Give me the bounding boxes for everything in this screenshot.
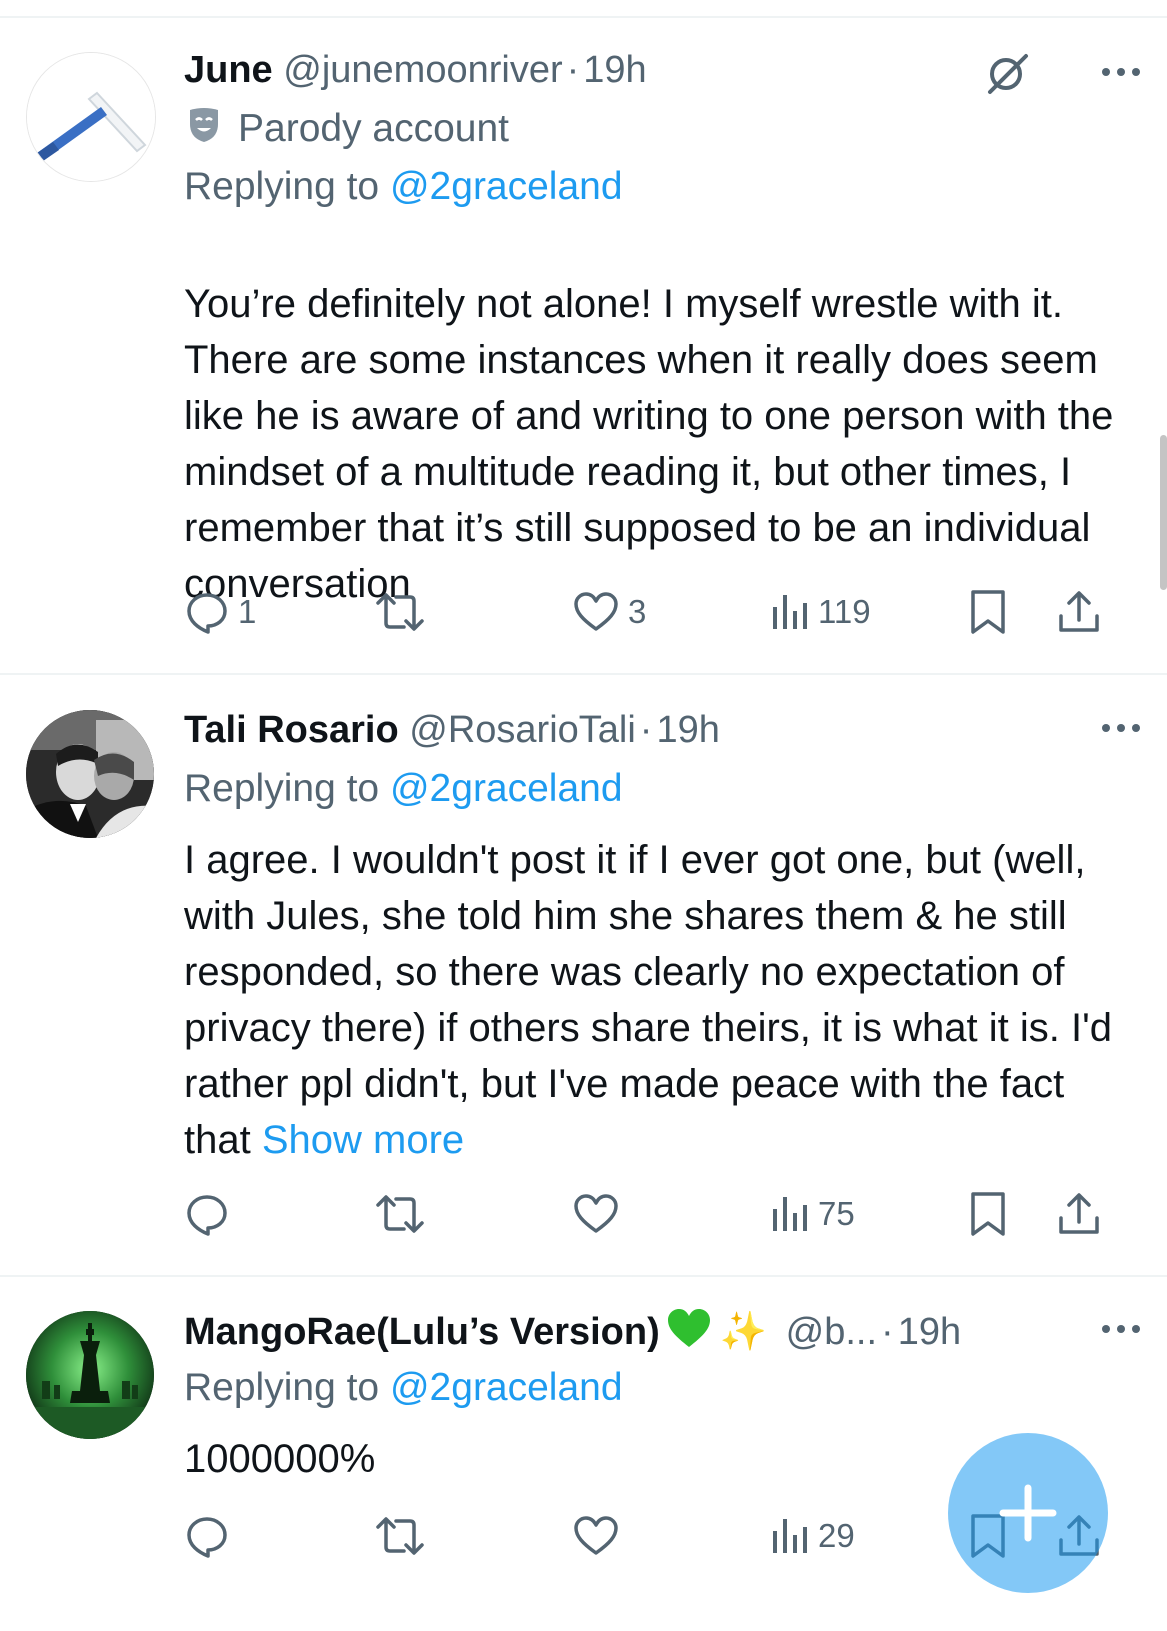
tweet-header: June @junemoonriver · 19h <box>184 46 647 94</box>
views-button[interactable]: 75 <box>770 1188 855 1240</box>
replying-prefix: Replying to <box>184 165 380 208</box>
views-count: 75 <box>818 1195 855 1232</box>
tweet-actions: 1 3 119 <box>184 586 1144 638</box>
views-count: 29 <box>818 1517 855 1554</box>
user-handle[interactable]: @b... <box>786 1311 877 1353</box>
views-count: 119 <box>818 593 871 630</box>
reply-button[interactable]: 1 <box>184 586 256 638</box>
parody-badge: Parody account <box>184 104 509 157</box>
reply-count: 1 <box>238 593 257 630</box>
grok-icon[interactable] <box>984 50 1032 98</box>
more-horizontal-icon[interactable] <box>1097 710 1145 746</box>
like-count: 3 <box>628 593 647 630</box>
show-more-link[interactable]: Show more <box>262 1118 464 1162</box>
reply-icon <box>187 593 227 634</box>
green-heart-emoji <box>664 1305 714 1363</box>
chess-king-avatar-image <box>26 1311 154 1439</box>
timestamp[interactable]: 19h <box>656 709 719 751</box>
separator-dot: · <box>639 709 653 751</box>
like-button[interactable]: 3 <box>572 586 646 638</box>
views-icon <box>773 1197 807 1231</box>
share-button[interactable] <box>1056 586 1102 638</box>
repost-button[interactable] <box>372 586 436 638</box>
share-icon <box>1059 1193 1099 1234</box>
top-divider <box>0 16 1167 18</box>
squeegee-avatar-image <box>27 53 155 181</box>
bookmark-icon <box>971 590 1005 634</box>
repost-icon <box>376 593 424 631</box>
like-button[interactable] <box>572 1188 628 1240</box>
avatar[interactable] <box>26 710 154 838</box>
compose-button[interactable] <box>948 1433 1108 1593</box>
replying-to: Replying to @2graceland <box>184 764 623 814</box>
timestamp[interactable]: 19h <box>898 1311 961 1353</box>
like-icon <box>574 1194 618 1233</box>
timestamp[interactable]: 19h <box>583 49 646 91</box>
parody-label: Parody account <box>238 107 510 150</box>
share-button[interactable] <box>1056 1188 1102 1240</box>
tweet-divider <box>0 1275 1167 1277</box>
user-handle[interactable]: @RosarioTali <box>409 709 636 751</box>
tweet-text-content: I agree. I wouldn't post it if I ever go… <box>184 838 1112 1162</box>
reply-icon <box>187 1517 227 1558</box>
views-button[interactable]: 119 <box>770 586 871 638</box>
tweet-text: You’re definitely not alone! I myself wr… <box>184 282 1114 606</box>
bookmark-button[interactable] <box>968 586 1008 638</box>
tweet-header: Tali Rosario @RosarioTali · 19h <box>184 706 720 754</box>
sparkles-emoji: ✨ <box>719 1311 768 1354</box>
repost-icon <box>376 1195 424 1233</box>
like-button[interactable] <box>572 1510 628 1562</box>
like-icon <box>574 592 618 631</box>
views-button[interactable]: 29 <box>770 1510 855 1562</box>
separator-dot: · <box>566 49 580 91</box>
repost-icon <box>376 1517 424 1555</box>
parody-mask-icon <box>184 104 224 157</box>
couple-avatar-image <box>26 710 154 838</box>
display-name[interactable]: MangoRae(Lulu’s Version) <box>184 1311 660 1353</box>
replying-prefix: Replying to <box>184 767 380 810</box>
more-horizontal-icon[interactable] <box>1097 1311 1145 1347</box>
display-name[interactable]: June <box>184 49 273 91</box>
views-icon <box>773 1519 807 1553</box>
more-horizontal-icon[interactable] <box>1097 54 1145 90</box>
reply-icon <box>187 1195 227 1236</box>
replying-to-handle[interactable]: @2graceland <box>390 1366 623 1409</box>
tweet-text: I agree. I wouldn't post it if I ever go… <box>184 832 1129 1168</box>
separator-dot: · <box>881 1311 894 1354</box>
views-icon <box>773 595 807 629</box>
scrollbar[interactable] <box>1160 435 1167 590</box>
share-icon <box>1059 591 1099 632</box>
avatar[interactable] <box>26 52 156 182</box>
replying-to: Replying to @2graceland <box>184 162 623 212</box>
tweet-actions: 75 <box>184 1188 1144 1240</box>
avatar[interactable] <box>26 1311 154 1439</box>
bookmark-icon <box>971 1192 1005 1236</box>
replying-to-handle[interactable]: @2graceland <box>390 767 623 810</box>
reply-button[interactable] <box>184 1188 238 1240</box>
display-name[interactable]: Tali Rosario <box>184 709 399 751</box>
replying-to: Replying to @2graceland <box>184 1363 623 1413</box>
replying-to-handle[interactable]: @2graceland <box>390 165 623 208</box>
user-handle[interactable]: @junemoonriver <box>283 49 562 91</box>
tweet-divider <box>0 673 1167 675</box>
tweet-text: 1000000% <box>184 1437 376 1481</box>
bookmark-button[interactable] <box>968 1188 1008 1240</box>
like-icon <box>574 1516 618 1555</box>
tweet-header: MangoRae(Lulu’s Version) ✨ @b... · 19h <box>184 1305 961 1353</box>
repost-button[interactable] <box>372 1188 436 1240</box>
reply-button[interactable] <box>184 1510 238 1562</box>
repost-button[interactable] <box>372 1510 436 1562</box>
replying-prefix: Replying to <box>184 1366 380 1409</box>
compose-plus-icon <box>999 1484 1057 1542</box>
